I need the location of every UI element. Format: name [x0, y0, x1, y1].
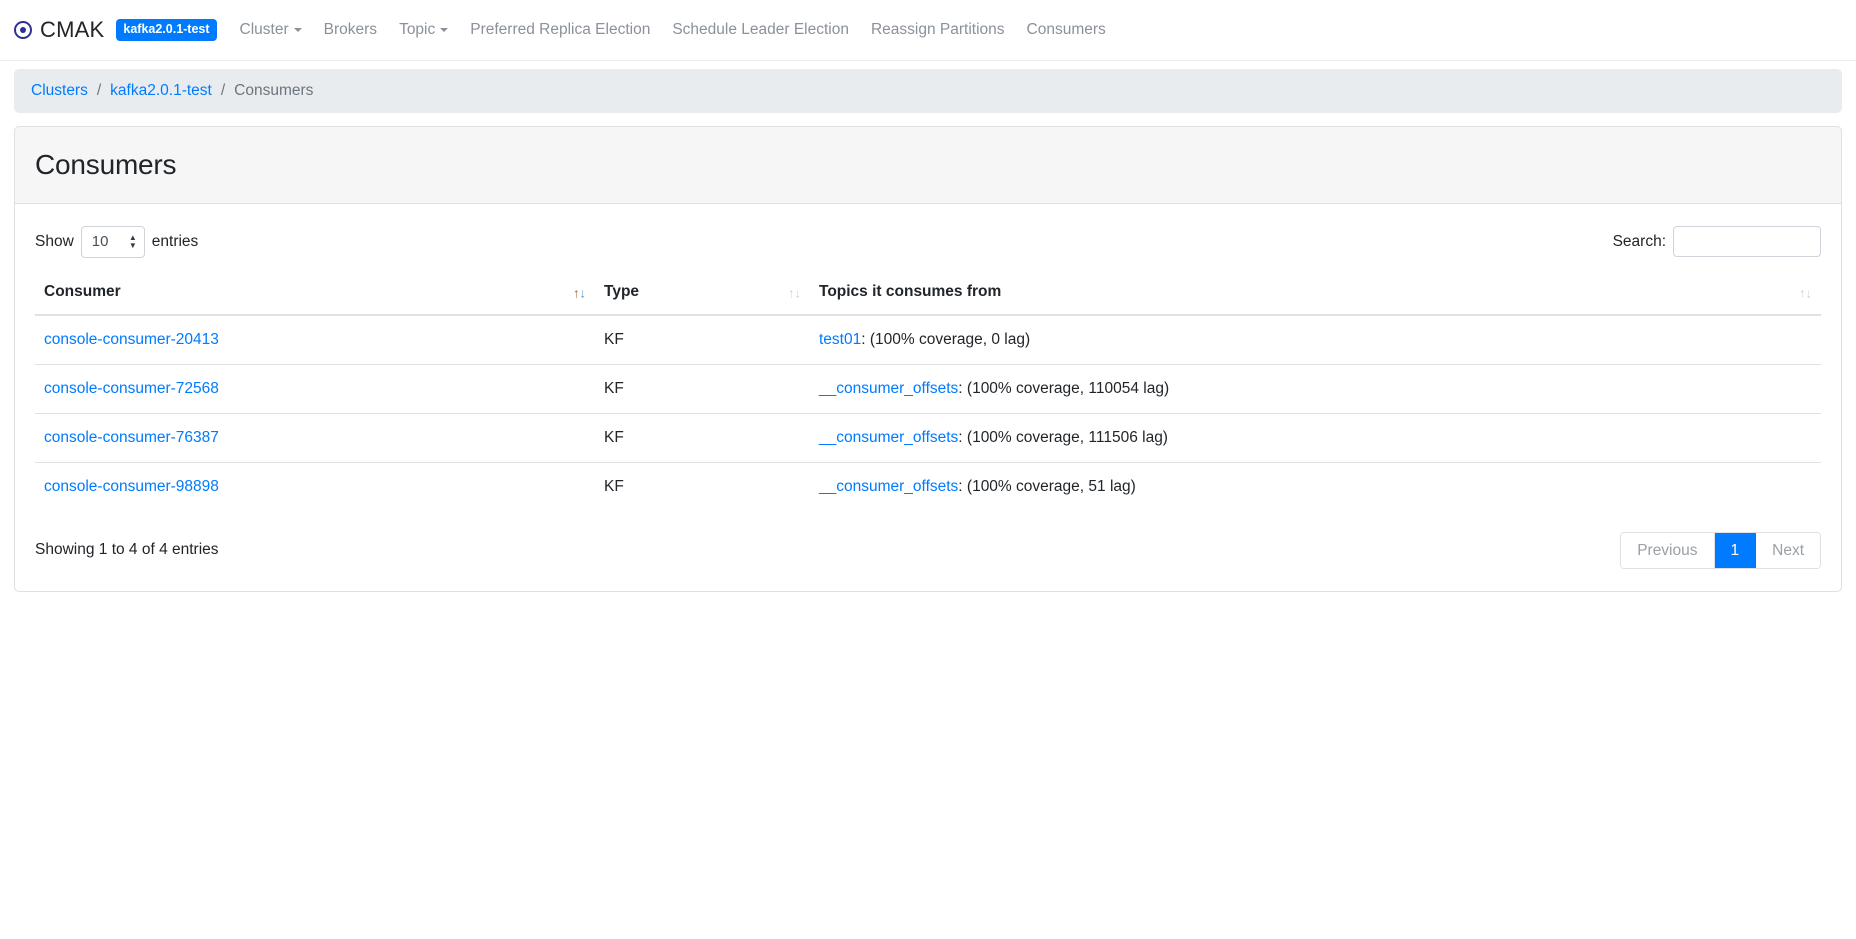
nav-item-label: Consumers	[1026, 21, 1106, 38]
nav-item-cluster[interactable]: Cluster	[229, 13, 313, 47]
topic-detail: : (100% coverage, 111506 lag)	[958, 428, 1168, 446]
cell-topics: __consumer_offsets: (100% coverage, 1100…	[810, 363, 1821, 413]
cell-type: KF	[595, 363, 810, 413]
sort-indicator-type[interactable]: ↑↓	[788, 286, 801, 299]
breadcrumb-separator: /	[96, 82, 102, 99]
topic-link[interactable]: __consumer_offsets	[819, 429, 958, 446]
nav-item-reassign-partitions[interactable]: Reassign Partitions	[860, 13, 1016, 47]
column-label: Type	[604, 282, 640, 300]
consumer-link[interactable]: console-consumer-76387	[44, 429, 219, 446]
breadcrumb-separator: /	[220, 82, 226, 99]
sort-indicator-topics[interactable]: ↑↓	[1799, 286, 1812, 299]
main-navbar: CMAK kafka2.0.1-test Cluster Brokers Top…	[0, 0, 1856, 61]
topic-detail: : (100% coverage, 0 lag)	[861, 330, 1031, 348]
page-length-select-wrap[interactable]: 10 25 50 100 ▲▼	[80, 226, 145, 258]
nav-item-topic[interactable]: Topic	[388, 13, 459, 47]
table-info: Showing 1 to 4 of 4 entries	[35, 541, 219, 559]
column-header-topics[interactable]: Topics it consumes from ↑↓	[810, 271, 1821, 316]
nav-item-label: Schedule Leader Election	[672, 21, 849, 38]
table-row: console-consumer-98898 KF __consumer_off…	[35, 461, 1821, 511]
search-label: Search:	[1612, 232, 1666, 250]
pagination-previous-item[interactable]: Previous	[1621, 532, 1715, 568]
table-row: console-consumer-76387 KF __consumer_off…	[35, 412, 1821, 462]
card-body: Show 10 25 50 100 ▲▼ entries	[15, 204, 1841, 591]
consumers-card: Consumers Show 10 25 50 100 ▲▼	[14, 126, 1842, 592]
pagination-page-item[interactable]: 1	[1714, 532, 1757, 568]
topic-link[interactable]: __consumer_offsets	[819, 478, 958, 495]
page-title: Consumers	[35, 149, 177, 180]
nav-item-label: Cluster	[239, 21, 289, 38]
table-body: console-consumer-20413 KF test01: (100% …	[35, 315, 1821, 511]
table-row: console-consumer-72568 KF __consumer_off…	[35, 363, 1821, 413]
cell-type: KF	[604, 330, 624, 348]
breadcrumb-container: Clusters / kafka2.0.1-test / Consumers	[0, 61, 1856, 113]
cell-topics: test01: (100% coverage, 0 lag)	[810, 315, 1821, 365]
cmak-logo-icon	[14, 21, 32, 39]
topic-link[interactable]: __consumer_offsets	[819, 380, 958, 397]
nav-item-schedule-leader-election[interactable]: Schedule Leader Election	[661, 13, 860, 47]
entries-label: entries	[151, 232, 199, 250]
breadcrumb-item-cluster[interactable]: kafka2.0.1-test	[110, 82, 212, 100]
pagination-page-1[interactable]: 1	[1714, 532, 1757, 568]
cell-consumer: console-consumer-20413	[35, 315, 595, 365]
nav-item-preferred-replica-election[interactable]: Preferred Replica Election	[459, 13, 661, 47]
cell-topics: __consumer_offsets: (100% coverage, 51 l…	[810, 461, 1821, 511]
page-length-control: Show 10 25 50 100 ▲▼ entries	[35, 226, 198, 258]
search-input[interactable]	[1673, 226, 1821, 258]
show-label: Show	[35, 232, 74, 250]
page-length-select[interactable]: 10 25 50 100	[80, 226, 145, 258]
cell-consumer: console-consumer-98898	[35, 461, 595, 511]
table-row: console-consumer-20413 KF test01: (100% …	[35, 315, 1821, 365]
cell-consumer: console-consumer-72568	[35, 363, 595, 413]
consumer-link[interactable]: console-consumer-72568	[44, 380, 219, 397]
consumer-link[interactable]: console-consumer-98898	[44, 478, 219, 495]
pagination-previous[interactable]: Previous	[1621, 532, 1715, 568]
consumer-link[interactable]: console-consumer-20413	[44, 331, 219, 348]
chevron-down-icon	[440, 28, 449, 32]
nav-item-brokers[interactable]: Brokers	[313, 13, 388, 47]
cell-consumer: console-consumer-76387	[35, 412, 595, 462]
cell-type: KF	[595, 461, 810, 511]
cell-topics: __consumer_offsets: (100% coverage, 1115…	[810, 412, 1821, 462]
datatable-footer: Showing 1 to 4 of 4 entries Previous 1 N…	[35, 511, 1821, 569]
consumers-table: Consumer ↑↓ Type ↑↓ Topics it consumes f…	[35, 271, 1821, 511]
column-header-type[interactable]: Type ↑↓	[595, 271, 810, 316]
pagination: Previous 1 Next	[1620, 531, 1821, 569]
pagination-next-item[interactable]: Next	[1756, 532, 1820, 568]
topic-detail: : (100% coverage, 110054 lag)	[958, 379, 1170, 397]
pagination-next[interactable]: Next	[1756, 532, 1820, 568]
nav-item-label: Topic	[399, 21, 436, 38]
column-label: Consumer	[44, 282, 121, 300]
topic-link[interactable]: test01	[819, 331, 861, 348]
card-header: Consumers	[15, 127, 1841, 204]
nav-item-label: Preferred Replica Election	[470, 21, 651, 38]
search-control: Search:	[1612, 226, 1821, 258]
brand-label: CMAK	[40, 17, 105, 42]
column-label: Topics it consumes from	[819, 282, 1002, 300]
content-container: Consumers Show 10 25 50 100 ▲▼	[0, 113, 1856, 592]
sort-indicator-consumer[interactable]: ↑↓	[573, 286, 586, 299]
chevron-down-icon	[293, 28, 302, 32]
nav-item-label: Reassign Partitions	[870, 21, 1005, 38]
breadcrumb-item-clusters[interactable]: Clusters	[31, 82, 88, 100]
table-header-row: Consumer ↑↓ Type ↑↓ Topics it consumes f…	[35, 271, 1821, 316]
column-header-consumer[interactable]: Consumer ↑↓	[35, 271, 595, 316]
table-head: Consumer ↑↓ Type ↑↓ Topics it consumes f…	[35, 271, 1821, 316]
cluster-badge[interactable]: kafka2.0.1-test	[116, 19, 217, 41]
datatable-controls: Show 10 25 50 100 ▲▼ entries	[35, 222, 1821, 272]
breadcrumb: Clusters / kafka2.0.1-test / Consumers	[14, 69, 1842, 113]
breadcrumb-item-current: Consumers	[234, 82, 314, 99]
nav-item-consumers[interactable]: Consumers	[1016, 13, 1117, 47]
cell-type: KF	[595, 412, 810, 462]
nav-item-label: Brokers	[323, 21, 378, 38]
navbar-items: Cluster Brokers Topic Preferred Replica …	[229, 13, 1117, 47]
brand-link[interactable]: CMAK	[14, 17, 104, 43]
topic-detail: : (100% coverage, 51 lag)	[958, 477, 1136, 495]
